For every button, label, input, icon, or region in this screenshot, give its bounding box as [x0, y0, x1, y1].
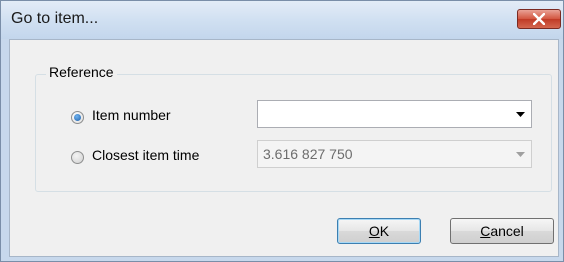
chevron-down-icon[interactable] — [516, 152, 525, 157]
window-title: Go to item... — [11, 10, 99, 27]
cancel-accel-letter: C — [480, 223, 491, 239]
title-bar: Go to item... — [1, 1, 563, 39]
chevron-down-icon[interactable] — [516, 112, 525, 117]
go-to-item-dialog: Go to item... Reference Item number Clos… — [0, 0, 564, 262]
item-number-combobox[interactable] — [257, 100, 532, 128]
reference-groupbox — [35, 74, 552, 192]
cancel-button[interactable]: Cancel — [450, 218, 554, 244]
close-button[interactable] — [517, 9, 561, 29]
ok-button[interactable]: OK — [337, 218, 421, 244]
ok-label-rest: K — [379, 223, 390, 239]
cancel-label-rest: ancel — [490, 223, 524, 239]
reference-legend: Reference — [46, 64, 117, 80]
closest-item-time-combobox[interactable]: 3.616 827 750 — [257, 140, 532, 168]
item-number-radio[interactable] — [71, 111, 84, 124]
dialog-body: Reference Item number Closest item time … — [9, 39, 559, 257]
closest-item-time-value: 3.616 827 750 — [263, 146, 353, 162]
close-icon — [533, 13, 545, 25]
item-number-label[interactable]: Item number — [92, 107, 171, 123]
closest-item-time-radio[interactable] — [71, 151, 84, 164]
closest-item-time-label[interactable]: Closest item time — [92, 147, 199, 163]
ok-accel-letter: O — [368, 223, 380, 239]
